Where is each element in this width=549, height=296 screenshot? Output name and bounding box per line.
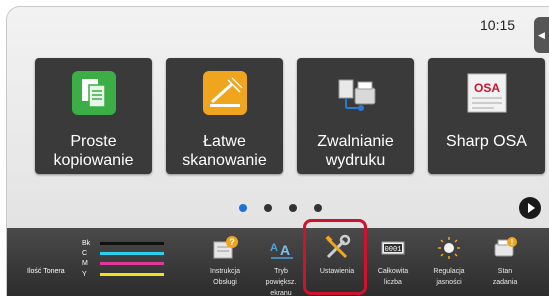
brightness-icon: [438, 237, 460, 259]
status-bar: 10:15 ◀: [7, 7, 549, 53]
button-label: Całkowita liczba: [377, 268, 409, 286]
clock: 10:15: [480, 17, 516, 33]
job-status-button[interactable]: ! Stan zadania: [477, 228, 533, 296]
total-count-button[interactable]: 0001 Całkowita liczba: [365, 228, 421, 296]
svg-text:0001: 0001: [385, 246, 402, 254]
zoom-text-icon: A A: [270, 242, 293, 259]
toner-label: Ilość Tonera: [27, 268, 65, 275]
button-label: Instrukcja Obsługi: [210, 268, 240, 286]
tile-easy-copy[interactable]: Proste kopiowanie: [35, 58, 152, 174]
svg-text:A: A: [280, 242, 290, 258]
tile-easy-scan[interactable]: Łatwe skanowanie: [166, 58, 283, 174]
svg-text:A: A: [270, 242, 278, 254]
tile-label: Łatwe skanowanie: [182, 133, 267, 169]
svg-text:?: ?: [229, 237, 235, 247]
tile-label: Proste kopiowanie: [53, 133, 134, 169]
touch-screen: 10:15 ◀ Proste kopiowanie Łatwe skanowan…: [6, 6, 549, 296]
button-label: Regulacja jasności: [433, 268, 465, 286]
settings-highlight-frame: [303, 219, 367, 295]
manual-icon: ?: [213, 236, 238, 259]
bottom-bar: Ilość Tonera Bk C M Y ? Instrukcja Obsłu…: [7, 228, 549, 296]
page-dot[interactable]: [314, 204, 322, 212]
svg-text:OSA: OSA: [474, 81, 500, 95]
scan-icon: [203, 71, 247, 115]
brightness-button[interactable]: Regulacja jasności: [421, 228, 477, 296]
tile-sharp-osa[interactable]: OSA Sharp OSA: [428, 58, 545, 174]
next-page-button[interactable]: [519, 197, 541, 219]
page-dot[interactable]: [289, 204, 297, 212]
zoom-mode-button[interactable]: A A Tryb powiększ. ekranu: [253, 228, 309, 296]
print-release-icon: [338, 79, 376, 111]
page-dot-active[interactable]: [239, 204, 247, 212]
button-label: Tryb powiększ. ekranu: [265, 268, 297, 296]
tile-label: Sharp OSA: [446, 133, 527, 150]
page-dot[interactable]: [264, 204, 272, 212]
copy-icon: [72, 71, 116, 115]
tile-label: Zwalnianie wydruku: [317, 133, 394, 169]
button-label: Stan zadania: [492, 268, 518, 286]
manual-button[interactable]: ? Instrukcja Obsługi: [197, 228, 253, 296]
counter-icon: 0001: [381, 241, 405, 255]
sharp-osa-icon: OSA: [467, 73, 507, 113]
side-panel-tab[interactable]: ◀: [534, 17, 549, 53]
tile-print-release[interactable]: Zwalnianie wydruku: [297, 58, 414, 174]
job-status-icon: !: [494, 237, 517, 257]
svg-text:!: !: [511, 238, 514, 247]
